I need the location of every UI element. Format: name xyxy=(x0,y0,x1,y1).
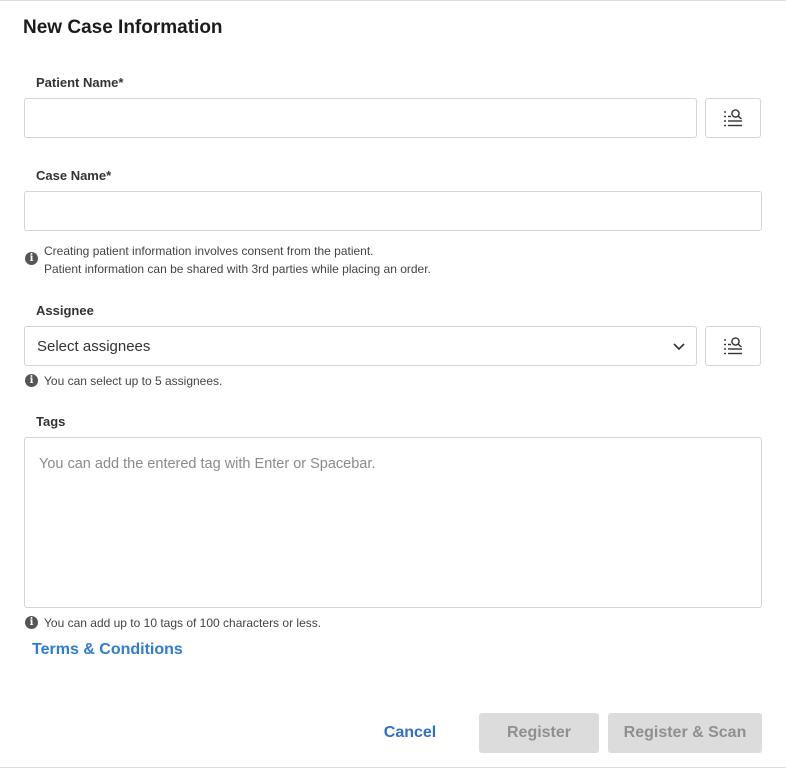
patient-name-field[interactable] xyxy=(24,98,697,138)
info-icon: i xyxy=(25,616,38,629)
patient-name-label: Patient Name* xyxy=(36,75,124,90)
new-case-dialog: New Case Information Patient Name* Case … xyxy=(0,0,786,768)
tags-placeholder: You can add the entered tag with Enter o… xyxy=(39,456,376,472)
assignee-label: Assignee xyxy=(36,303,94,318)
assignee-note-text: You can select up to 5 assignees. xyxy=(44,374,223,388)
patient-search-button[interactable] xyxy=(705,98,761,138)
search-list-icon xyxy=(724,337,742,355)
terms-conditions-link[interactable]: Terms & Conditions xyxy=(32,641,183,659)
register-button[interactable]: Register xyxy=(479,713,599,753)
case-name-input[interactable] xyxy=(25,192,761,230)
consent-note-line-2: Patient information can be shared with 3… xyxy=(44,262,431,276)
case-name-field[interactable] xyxy=(24,191,762,231)
register-scan-button[interactable]: Register & Scan xyxy=(608,713,762,753)
case-name-label: Case Name* xyxy=(36,168,112,183)
info-icon: i xyxy=(25,252,38,265)
info-icon: i xyxy=(25,374,38,387)
assignee-note: i You can select up to 5 assignees. xyxy=(25,372,222,390)
tags-note-text: You can add up to 10 tags of 100 charact… xyxy=(44,616,322,630)
patient-name-input[interactable] xyxy=(25,99,696,137)
chevron-down-icon xyxy=(673,343,685,351)
assignee-select-value: Select assignees xyxy=(37,337,151,355)
tags-label: Tags xyxy=(36,414,66,429)
assignee-select[interactable]: Select assignees xyxy=(24,326,697,366)
search-list-icon xyxy=(724,109,742,127)
assignee-search-button[interactable] xyxy=(705,326,761,366)
tags-note: i You can add up to 10 tags of 100 chara… xyxy=(25,614,321,632)
cancel-button[interactable]: Cancel xyxy=(370,713,450,753)
tags-input[interactable]: You can add the entered tag with Enter o… xyxy=(24,437,762,608)
consent-note-line-1: Creating patient information involves co… xyxy=(44,244,374,258)
dialog-title: New Case Information xyxy=(23,17,223,38)
consent-note: i Creating patient information involves … xyxy=(25,242,431,278)
